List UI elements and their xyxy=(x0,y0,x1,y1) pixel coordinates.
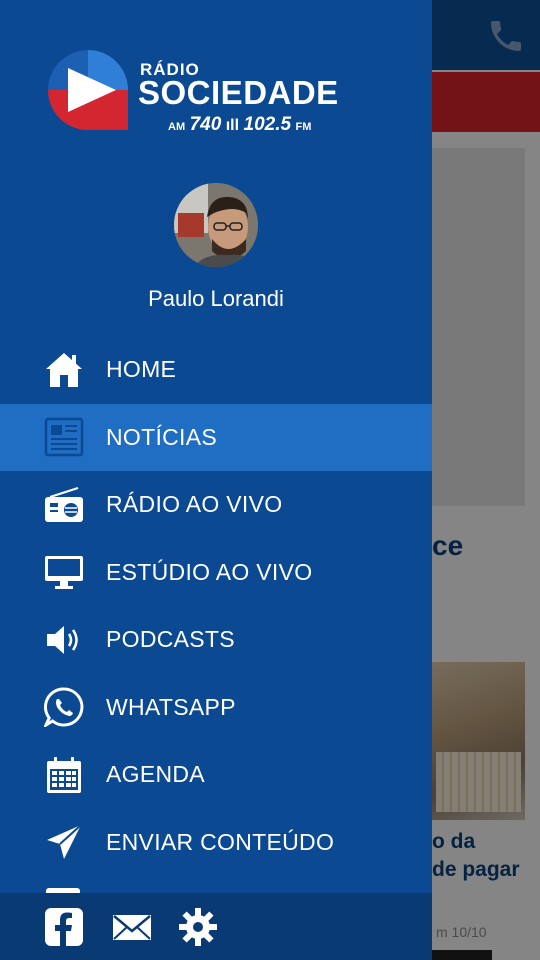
user-photo xyxy=(174,183,258,267)
menu-item-noticias[interactable]: NOTÍCIAS xyxy=(0,403,432,471)
menu-label-enviar-conteudo: ENVIAR CONTEÚDO xyxy=(106,828,335,855)
menu-item-podcasts[interactable]: PODCASTS xyxy=(0,606,432,674)
menu-label-noticias: NOTÍCIAS xyxy=(106,423,218,450)
facebook-icon[interactable] xyxy=(44,907,84,947)
menu-label-radio-ao-vivo: RÁDIO AO VIVO xyxy=(106,491,283,518)
drawer-menu: HOME NOTÍCIAS RÁDIO AO VIVO ESTÚDIO AO V… xyxy=(0,336,432,876)
logo-sociedade-text: SOCIEDADE xyxy=(138,74,339,111)
signal-bars-icon: ıll xyxy=(225,117,240,134)
menu-label-estudio-ao-vivo: ESTÚDIO AO VIVO xyxy=(106,558,313,585)
calendar-icon xyxy=(44,755,84,795)
home-icon xyxy=(44,350,84,390)
system-strip xyxy=(432,950,492,960)
menu-item-radio-ao-vivo[interactable]: RÁDIO AO VIVO xyxy=(0,471,432,539)
radio-sociedade-logo: RÁDIO SOCIEDADE AM 740 ıll 102.5 FM xyxy=(46,48,386,138)
am-frequency: 740 xyxy=(189,114,222,135)
drawer-footer xyxy=(0,893,432,960)
send-icon xyxy=(44,822,84,862)
navigation-drawer: RÁDIO SOCIEDADE AM 740 ıll 102.5 FM Paul… xyxy=(0,0,432,960)
menu-label-whatsapp: WHATSAPP xyxy=(106,693,236,720)
fm-frequency: 102.5 xyxy=(243,114,292,135)
whatsapp-icon xyxy=(44,687,84,728)
menu-label-home: HOME xyxy=(106,356,177,383)
mail-icon[interactable] xyxy=(112,907,152,947)
menu-item-enviar-conteudo[interactable]: ENVIAR CONTEÚDO xyxy=(0,809,432,877)
menu-item-estudio-ao-vivo[interactable]: ESTÚDIO AO VIVO xyxy=(0,539,432,607)
newspaper-icon xyxy=(44,417,84,457)
menu-item-home[interactable]: HOME xyxy=(0,336,432,404)
fm-label: FM xyxy=(295,121,312,133)
menu-label-podcasts: PODCASTS xyxy=(106,626,235,653)
user-name[interactable]: Paulo Lorandi xyxy=(0,286,432,312)
menu-item-agenda[interactable]: AGENDA xyxy=(0,741,432,809)
logo-play-mark xyxy=(48,50,128,130)
logo-frequencies: AM 740 ıll 102.5 FM xyxy=(168,114,311,136)
avatar[interactable] xyxy=(174,183,258,267)
speaker-icon xyxy=(44,620,84,660)
menu-item-whatsapp[interactable]: WHATSAPP xyxy=(0,674,432,742)
radio-icon xyxy=(44,485,84,525)
menu-label-agenda: AGENDA xyxy=(106,761,205,788)
monitor-icon xyxy=(44,552,84,592)
gear-icon[interactable] xyxy=(178,907,218,947)
am-label: AM xyxy=(168,121,186,133)
